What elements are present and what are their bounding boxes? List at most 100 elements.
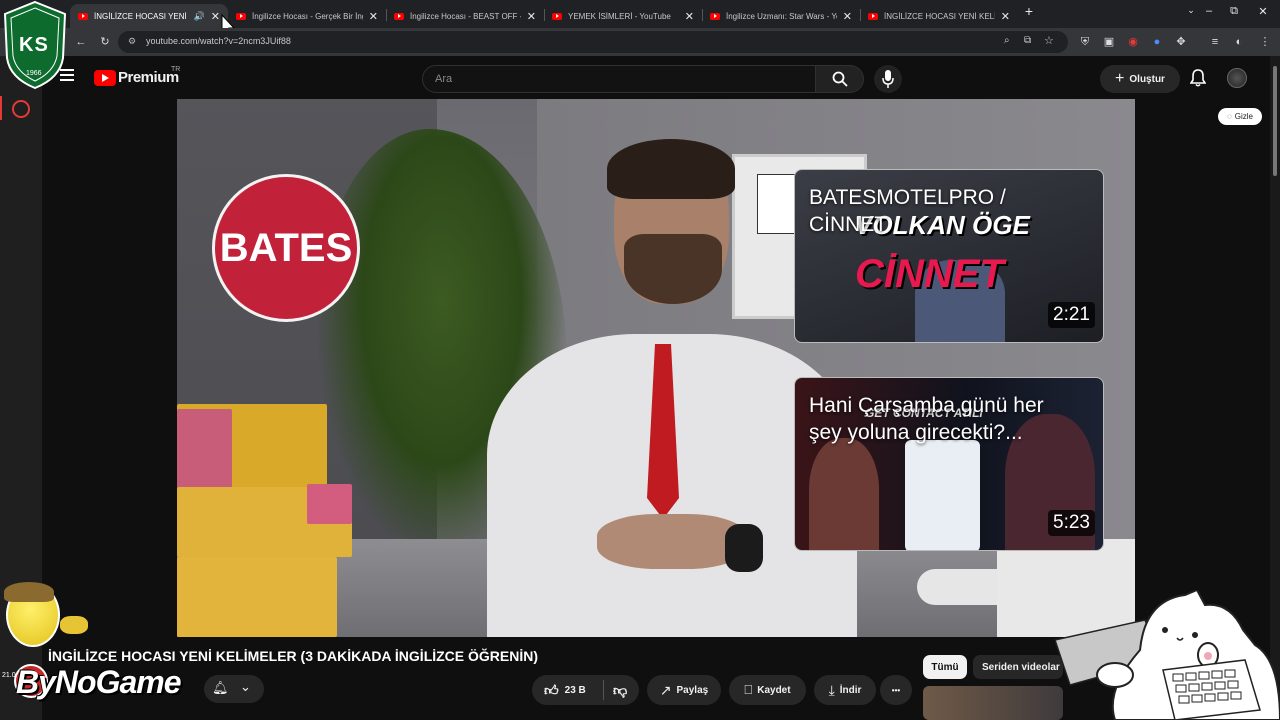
chip-series-videos[interactable]: Seriden videolar [973,655,1063,679]
side-panel-app-icon[interactable] [12,100,30,118]
youtube-favicon-icon [710,12,720,20]
scrollbar-thumb[interactable] [1273,66,1277,176]
end-card-title: Hani Çarşamba günü her şey yoluna girece… [809,394,1044,444]
card-thumbnail-phone [905,440,980,550]
scene-book-yellow [177,557,337,637]
download-label: İndir [839,684,862,696]
thumbs-down-icon: 👎︎ [613,681,628,698]
cast-icon[interactable]: ⧉ [1024,35,1031,46]
download-button[interactable]: ⤓ İndir [814,675,876,705]
dislike-button[interactable]: 👎︎ [604,682,627,699]
puzzle-icon[interactable]: ✥ [1172,33,1190,51]
search-icon [832,71,848,87]
end-card-title: BATESMOTELPRO / CİNNET [809,186,1006,236]
url-text: youtube.com/watch?v=2ncm3JUif88 [146,36,291,46]
minimize-button[interactable]: – [1198,5,1220,21]
tab-title: İngilizce Uzmanı: Star Wars - Yo [726,11,837,21]
zoom-icon[interactable]: ⌕ [1004,35,1010,46]
tab-title: YEMEK İSİMLERİ - YouTube [568,11,671,21]
youtube-logo-text[interactable]: Premium [118,69,179,86]
chevron-down-icon: ⌄ [240,679,251,694]
search-input[interactable]: Ara [435,73,452,85]
browser-tab-1[interactable]: İNGİLİZCE HOCASI YENİ KE 🔊 ✕ [70,4,228,28]
youtube-favicon-icon [868,12,878,20]
tab-title: İngilizce Hocası - Gerçek Bir İng [252,11,363,21]
bates-channel-logo: BATES [212,174,360,322]
browser-tab-6[interactable]: İNGİLİZCE HOCASI YENİ KELİM ✕ [860,4,1018,28]
team-logo-letters: KS [19,34,49,56]
youtube-header: Premium TR Ara + Oluştur ◌ Gizle [42,56,1270,125]
save-label: Kaydet [757,684,791,696]
new-tab-button[interactable]: + [1018,3,1040,19]
account-avatar[interactable] [1227,68,1247,88]
team-logo-year: 1966 [26,70,42,77]
active-indicator [0,96,2,120]
browser-tab-strip: İNGİLİZCE HOCASI YENİ KE 🔊 ✕ İngilizce H… [0,0,1280,28]
bell-icon: 🔔︎ [212,680,229,695]
end-screen-card-1[interactable]: VOLKAN ÖGE CİNNET BATESMOTELPRO / CİNNET… [794,169,1104,343]
extension-icon[interactable]: ▣ [1100,33,1118,51]
chip-all[interactable]: Tümü [923,655,967,679]
share-label: Paylaş [676,684,709,696]
save-button[interactable]: ⎕ Kaydet [729,675,806,705]
recommended-video-thumbnail[interactable] [923,686,1063,720]
extension-icon[interactable]: ● [1148,33,1166,51]
end-card-duration: 5:23 [1048,510,1095,536]
video-player[interactable]: BATES VOLKAN ÖGE CİNNET BATESMOTELPRO / … [177,99,1135,637]
bookmark-star-icon[interactable]: ☆ [1044,34,1054,47]
close-tab-icon[interactable]: ✕ [843,10,852,23]
restore-button[interactable]: ⧉ [1223,5,1245,21]
youtube-favicon-icon [236,12,246,20]
voice-search-button[interactable] [874,65,902,93]
end-screen-card-2[interactable]: GET CONTACT ATILI Hani Çarşamba günü her… [794,377,1104,551]
browser-tab-4[interactable]: YEMEK İSİMLERİ - YouTube ✕ [544,4,702,28]
media-queue-icon[interactable]: ≡ [1206,33,1224,51]
close-window-button[interactable]: ✕ [1252,5,1274,21]
site-info-icon[interactable]: ⚙ [128,36,136,47]
shield-extension-icon[interactable]: ⛨ [1076,33,1094,51]
more-actions-button[interactable]: ••• [880,675,912,705]
back-icon[interactable]: ← [72,33,90,51]
notifications-bell-icon[interactable] [1190,69,1206,87]
hide-button[interactable]: ◌ Gizle [1218,108,1262,125]
youtube-logo-icon[interactable] [94,70,116,86]
close-tab-icon[interactable]: ✕ [211,10,220,23]
browser-tab-5[interactable]: İngilizce Uzmanı: Star Wars - Yo ✕ [702,4,860,28]
extension-icon[interactable]: ◉ [1124,33,1142,51]
like-button[interactable]: 👍︎ 23 B [532,680,604,700]
mascot-hand [60,616,88,634]
youtube-favicon-icon [394,12,404,20]
share-icon: ↗ [659,681,672,698]
like-count: 23 B [564,684,586,696]
mascot-hat [4,582,54,602]
search-button[interactable] [816,65,864,93]
close-tab-icon[interactable]: ✕ [369,10,378,23]
profile-avatar[interactable]: ◐ [1230,33,1248,51]
tab-title: İNGİLİZCE HOCASI YENİ KELİM [884,11,995,21]
browser-menu-icon[interactable]: ⋮ [1256,33,1274,51]
hide-label: Gizle [1234,112,1253,121]
search-box[interactable]: Ara [422,65,816,93]
eye-off-icon: ◌ [1227,112,1232,121]
browser-tab-3[interactable]: İngilizce Hocası - BEAST OFF - Y ✕ [386,4,544,28]
region-code: TR [171,66,181,73]
speaker-icon[interactable]: 🔊 [194,11,205,22]
close-tab-icon[interactable]: ✕ [1001,10,1010,23]
address-bar[interactable]: ⚙ youtube.com/watch?v=2ncm3JUif88 ⌕ ⧉ ☆ [118,31,1068,53]
close-tab-icon[interactable]: ✕ [685,10,694,23]
subscribed-button[interactable]: 🔔︎ ⌄ [204,675,264,703]
thumbs-up-icon: 👍︎ [544,681,559,698]
create-label: Oluştur [1129,73,1165,85]
card-art-text: CİNNET [855,252,1004,296]
bynogame-watermark: ByNoGame [16,664,181,700]
reload-icon[interactable]: ↻ [96,33,114,51]
close-tab-icon[interactable]: ✕ [527,10,536,23]
scene-book-pink [307,484,352,524]
create-button[interactable]: + Oluştur [1100,65,1180,93]
youtube-favicon-icon [552,12,562,20]
scene-watch [725,524,763,572]
share-button[interactable]: ↗ Paylaş [647,675,721,705]
browser-toolbar: ← ↻ ⚙ youtube.com/watch?v=2ncm3JUif88 ⌕ … [0,28,1280,56]
browser-tab-2[interactable]: İngilizce Hocası - Gerçek Bir İng ✕ [228,4,386,28]
tab-title: İNGİLİZCE HOCASI YENİ KE [94,11,188,21]
